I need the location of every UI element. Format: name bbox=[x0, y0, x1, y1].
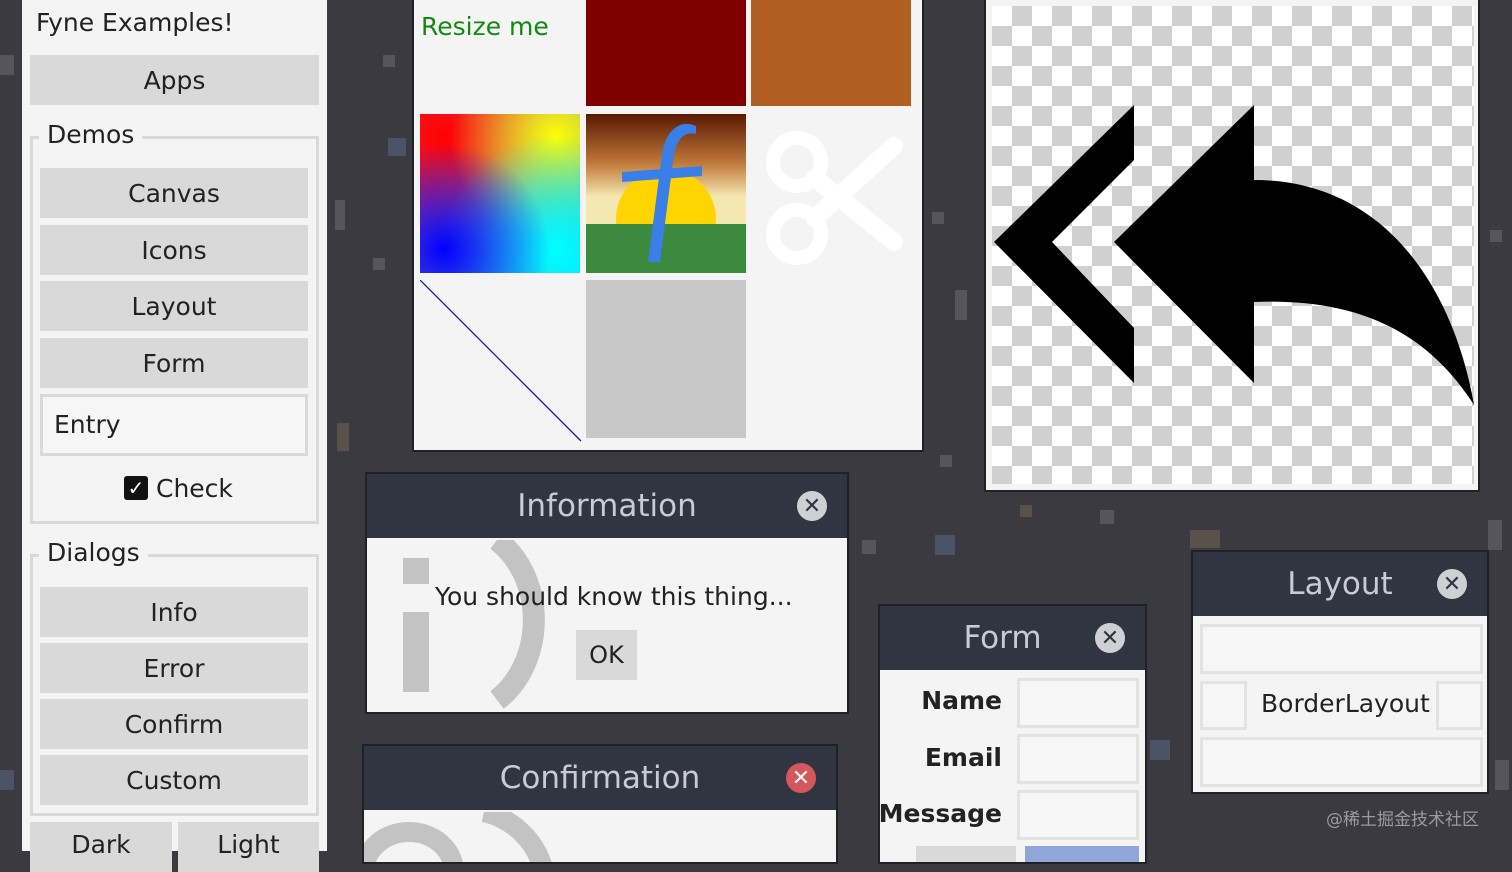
info-large-icon bbox=[397, 531, 597, 712]
border-layout-label: BorderLayout bbox=[1261, 689, 1430, 718]
check-widget[interactable]: ✓ Check bbox=[124, 472, 233, 504]
message-field[interactable] bbox=[1017, 790, 1139, 840]
icons-button[interactable]: Icons bbox=[40, 225, 308, 275]
confirmation-title-bar: Confirmation bbox=[364, 746, 836, 810]
dark-red-rectangle bbox=[586, 0, 746, 106]
demos-group-label: Demos bbox=[39, 120, 143, 149]
sidebar-window: Fyne Examples! Apps Demos Canvas Icons L… bbox=[22, 0, 327, 872]
mail-reply-all-icon bbox=[986, 100, 1482, 410]
left-border-box bbox=[1200, 681, 1247, 730]
layout-dialog: Layout ✕ BorderLayout bbox=[1191, 550, 1489, 794]
cancel-button[interactable] bbox=[916, 846, 1016, 862]
name-label: Name bbox=[921, 686, 1002, 715]
form-title: Form bbox=[963, 620, 1042, 656]
form-button[interactable]: Form bbox=[40, 338, 308, 388]
app-title: Fyne Examples! bbox=[36, 8, 234, 37]
top-border-box bbox=[1200, 624, 1483, 674]
canvas-button[interactable]: Canvas bbox=[40, 168, 308, 218]
entry-input[interactable]: Entry bbox=[40, 394, 308, 456]
email-field[interactable] bbox=[1017, 734, 1139, 784]
question-large-icon bbox=[364, 802, 564, 862]
right-border-box bbox=[1436, 681, 1483, 730]
email-label: Email bbox=[924, 743, 1002, 772]
layout-button[interactable]: Layout bbox=[40, 281, 308, 331]
confirmation-dialog: Confirmation ✕ bbox=[362, 744, 838, 864]
close-icon[interactable]: ✕ bbox=[1437, 569, 1467, 599]
entry-placeholder: Entry bbox=[54, 410, 121, 439]
check-label: Check bbox=[156, 473, 233, 503]
info-message: You should know this thing... bbox=[435, 582, 793, 611]
error-button[interactable]: Error bbox=[40, 643, 308, 693]
custom-button[interactable]: Custom bbox=[40, 755, 308, 805]
orange-rectangle bbox=[751, 0, 911, 106]
confirm-button[interactable]: Confirm bbox=[40, 699, 308, 749]
apps-button[interactable]: Apps bbox=[30, 55, 319, 105]
form-dialog: Form ✕ Name Email Message bbox=[878, 604, 1147, 864]
close-icon[interactable]: ✕ bbox=[1095, 623, 1125, 653]
canvas-window: Resize me bbox=[412, 0, 924, 452]
dialogs-group-label: Dialogs bbox=[39, 538, 148, 567]
resize-me-text: Resize me bbox=[421, 12, 549, 41]
bottom-border-box bbox=[1200, 737, 1483, 787]
ok-button[interactable]: OK bbox=[576, 630, 637, 680]
watermark-text: @稀土掘金技术社区 bbox=[1326, 810, 1479, 830]
submit-button[interactable] bbox=[1025, 846, 1139, 862]
info-button[interactable]: Info bbox=[40, 587, 308, 637]
message-label: Message bbox=[878, 799, 1002, 828]
diagonal-line bbox=[419, 279, 582, 442]
close-icon[interactable]: ✕ bbox=[797, 491, 827, 521]
light-theme-button[interactable]: Light bbox=[178, 822, 319, 872]
dark-theme-button[interactable]: Dark bbox=[30, 822, 172, 872]
confirmation-title: Confirmation bbox=[499, 760, 701, 796]
gray-rectangle bbox=[586, 280, 746, 438]
gradient-rectangle bbox=[420, 114, 580, 273]
icon-window bbox=[984, 0, 1480, 492]
information-title: Information bbox=[517, 488, 697, 524]
name-field[interactable] bbox=[1017, 678, 1139, 728]
close-icon[interactable]: ✕ bbox=[786, 763, 816, 793]
scissors-icon bbox=[759, 122, 909, 272]
information-dialog: Information ✕ You should know this thing… bbox=[365, 472, 849, 714]
information-title-bar: Information bbox=[367, 474, 847, 538]
layout-title: Layout bbox=[1287, 566, 1393, 602]
fyne-logo-image bbox=[586, 114, 746, 273]
checkbox-checked-icon[interactable]: ✓ bbox=[124, 476, 148, 500]
